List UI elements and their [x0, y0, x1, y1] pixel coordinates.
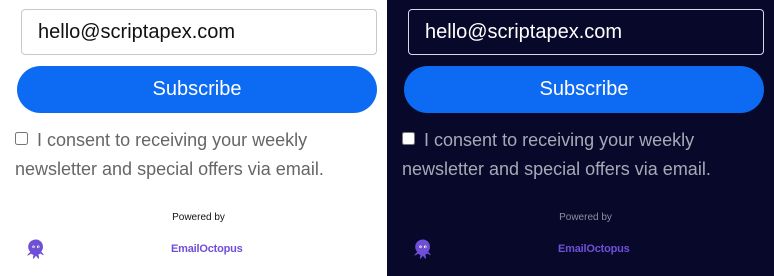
powered-by-label: Powered by: [387, 212, 774, 223]
consent-text: I consent to receiving your weekly newsl…: [402, 130, 711, 179]
dark-form-panel: Subscribe I consent to receiving your we…: [387, 0, 774, 276]
subscribe-button[interactable]: Subscribe: [17, 66, 377, 113]
email-input[interactable]: [408, 9, 764, 55]
light-form-panel: Subscribe I consent to receiving your we…: [0, 0, 387, 276]
consent-checkbox[interactable]: [402, 132, 415, 145]
emailoctopus-link[interactable]: EmailOctopus: [171, 243, 243, 255]
newsletter-forms: Subscribe I consent to receiving your we…: [0, 0, 774, 276]
subscribe-button[interactable]: Subscribe: [404, 66, 764, 113]
octopus-icon: [414, 239, 431, 259]
email-input[interactable]: [21, 9, 377, 55]
powered-by-text: Powered by: [172, 212, 225, 223]
emailoctopus-link[interactable]: EmailOctopus: [558, 243, 630, 255]
powered-by-text: Powered by: [559, 212, 612, 223]
consent-label: I consent to receiving your weekly newsl…: [402, 126, 767, 184]
powered-by-label: Powered by: [0, 212, 387, 223]
consent-label: I consent to receiving your weekly newsl…: [15, 126, 380, 184]
consent-checkbox[interactable]: [15, 132, 28, 145]
consent-text: I consent to receiving your weekly newsl…: [15, 130, 324, 179]
octopus-icon: [27, 239, 44, 259]
